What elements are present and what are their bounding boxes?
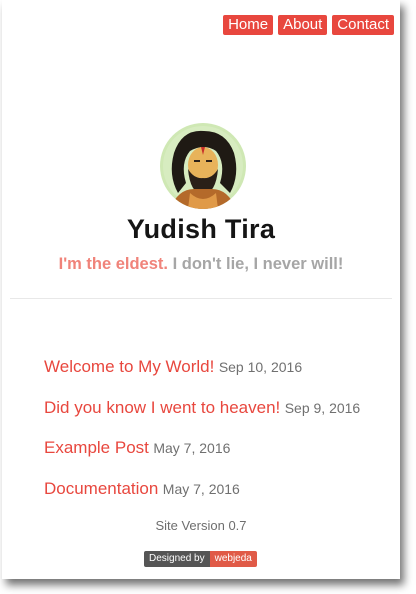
post-link[interactable]: Documentation <box>44 479 158 498</box>
profile-name: Yudish Tira <box>126 214 276 244</box>
post-item: Documentation May 7, 2016 <box>44 479 394 520</box>
designed-by-label: Designed by <box>144 551 210 567</box>
site-version: Site Version 0.7 <box>155 518 247 533</box>
profile-tagline: I'm the eldest. I don't lie, I never wil… <box>2 255 400 274</box>
post-date: Sep 9, 2016 <box>284 399 361 416</box>
designed-by-badge[interactable]: Designed by webjeda <box>144 551 257 567</box>
nav-home-button[interactable]: Home <box>223 15 274 35</box>
post-date: May 7, 2016 <box>162 480 240 497</box>
post-item: Did you know I went to heaven! Sep 9, 20… <box>44 398 394 439</box>
post-item: Welcome to My World! Sep 10, 2016 <box>44 357 394 398</box>
post-item: Example Post May 7, 2016 <box>44 438 394 479</box>
post-list: Welcome to My World! Sep 10, 2016 Did yo… <box>44 357 394 519</box>
tagline-accent: I'm the eldest. <box>58 255 168 273</box>
designer-name: webjeda <box>209 551 257 567</box>
divider <box>10 298 392 299</box>
page: Home About Contact Yudish Tira I'm the e… <box>2 0 400 579</box>
tagline-rest: I don't lie, I never will! <box>172 255 344 273</box>
post-date: Sep 10, 2016 <box>218 359 303 375</box>
post-link[interactable]: Example Post <box>44 438 149 457</box>
post-date: May 7, 2016 <box>153 440 231 456</box>
top-nav: Home About Contact <box>223 15 394 35</box>
nav-about-button[interactable]: About <box>278 15 328 35</box>
post-link[interactable]: Welcome to My World! <box>44 357 214 376</box>
nav-contact-button[interactable]: Contact <box>332 15 394 35</box>
avatar <box>160 123 246 209</box>
post-link[interactable]: Did you know I went to heaven! <box>44 398 280 417</box>
